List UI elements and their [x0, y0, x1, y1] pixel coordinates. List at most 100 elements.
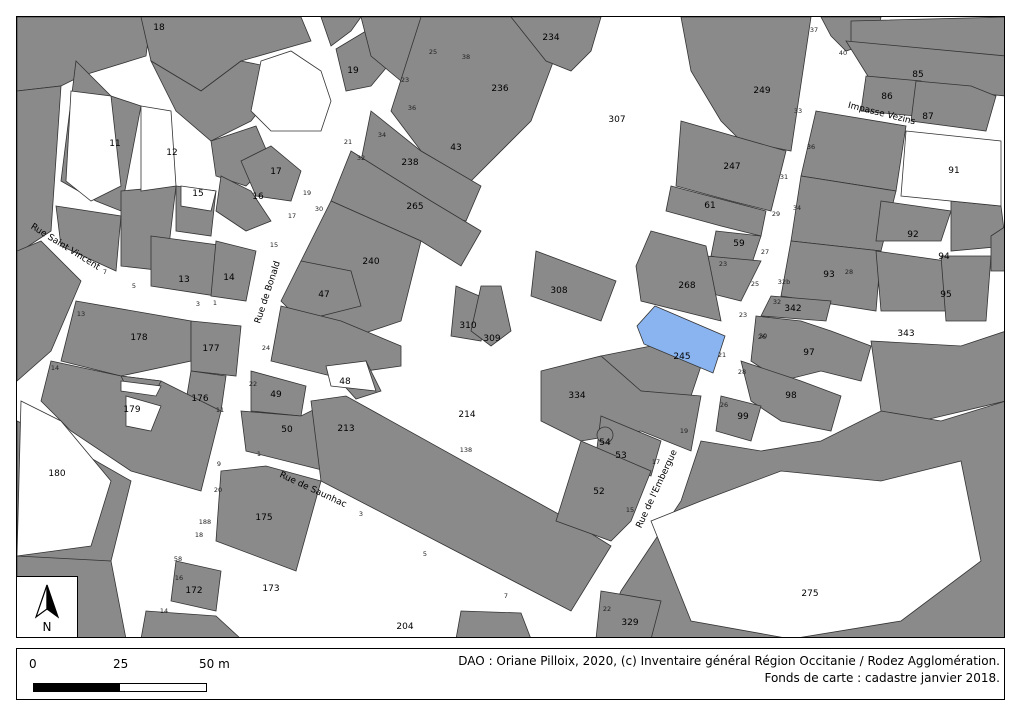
parcel-label: 11	[109, 139, 120, 149]
street-number: 24	[262, 344, 270, 352]
parcel-label: 172	[185, 586, 202, 596]
parcel-label: 173	[262, 584, 279, 594]
parcel-label: 19	[347, 66, 359, 76]
parcel-label: 43	[450, 143, 461, 153]
street-number: 11	[216, 406, 224, 414]
street-number: 29	[772, 210, 780, 218]
parcel-label: 17	[270, 167, 281, 177]
street-number: 13	[77, 310, 85, 318]
street-number: 15	[626, 506, 634, 514]
street-number: 38	[462, 53, 470, 61]
street-number: 7	[504, 592, 508, 600]
street-number: 26	[720, 401, 728, 409]
parcel-label: 53	[615, 451, 626, 461]
scale-label-25: 25	[113, 657, 129, 671]
street-number: 33	[794, 107, 802, 115]
street-number: 25	[751, 280, 759, 288]
parcel-label: 213	[337, 424, 354, 434]
street-number: 1	[257, 450, 261, 458]
parcel-label: 334	[568, 391, 585, 401]
parcel-label: 49	[270, 390, 282, 400]
parcel-label: 50	[281, 425, 293, 435]
parcel-label: 95	[940, 290, 951, 300]
scale-bar-black-segment	[34, 684, 120, 691]
parcel-label: 310	[459, 321, 476, 331]
parcel-label: 98	[785, 391, 797, 401]
parcel-label: 92	[907, 230, 918, 240]
parcel-label: 85	[912, 70, 923, 80]
parcel-label: 214	[458, 410, 475, 420]
street-number: 30	[315, 205, 323, 213]
street-number: 28	[738, 368, 746, 376]
parcel-label: 247	[723, 162, 740, 172]
street-number: 30	[759, 332, 767, 340]
street-number: 9	[217, 460, 221, 468]
scale-label-50: 50 m	[199, 657, 230, 671]
north-arrow: N	[16, 576, 78, 638]
credit-line-2: Fonds de carte : cadastre janvier 2018.	[764, 671, 1000, 685]
parcel-label: 343	[897, 329, 914, 339]
parcel-label: 14	[223, 273, 235, 283]
street-number: 23	[739, 311, 747, 319]
parcel-label: 94	[938, 252, 950, 262]
parcel-label: 249	[753, 86, 770, 96]
street-number: 40	[839, 49, 847, 57]
parcel-label: 275	[801, 589, 818, 599]
street-number: 32b	[778, 278, 790, 286]
parcel-label: 175	[255, 513, 272, 523]
parcel-label: 265	[406, 202, 423, 212]
map-footer: 0 25 50 m DAO : Oriane Pilloix, 2020, (c…	[16, 648, 1005, 700]
street-number: 31	[780, 173, 788, 181]
street-number: 3	[196, 300, 200, 308]
street-number: 22	[603, 605, 611, 613]
parcel-label: 16	[252, 192, 264, 202]
street-number: 23	[401, 76, 409, 84]
parcel-label: 23	[719, 260, 727, 268]
street-number: 3	[359, 510, 363, 518]
street-number: 14	[160, 607, 168, 615]
parcel-label: 13	[178, 275, 189, 285]
street-number: 5	[423, 550, 427, 558]
parcel-label: 12	[166, 148, 177, 158]
street-number: 1	[213, 299, 217, 307]
street-number: 21	[344, 138, 352, 146]
parcel-label: 86	[881, 92, 893, 102]
street-number: 14	[51, 364, 59, 372]
street-label: Rue de Bonald	[253, 260, 283, 325]
north-arrow-icon: N	[34, 584, 60, 634]
street-number: 32	[773, 298, 781, 306]
cadastral-map[interactable]: 18 19 234 236 307 249 85 86 87 91 11 12 …	[17, 17, 1005, 638]
street-number: 34	[793, 204, 801, 212]
parcel-label: 180	[48, 469, 65, 479]
parcel-label: 99	[737, 412, 749, 422]
parcel-label: 240	[362, 257, 379, 267]
street-number: 188	[199, 518, 211, 526]
scale-label-0: 0	[29, 657, 37, 671]
parcel-label: 93	[823, 270, 834, 280]
parcel-label: 176	[191, 394, 208, 404]
parcel-label: 179	[123, 405, 140, 415]
parcel-label: 204	[396, 622, 413, 632]
parcel-label: 236	[491, 84, 508, 94]
parcel-label: 97	[803, 348, 814, 358]
street-number: 34	[378, 131, 386, 139]
street-number: 17	[652, 458, 660, 466]
north-label: N	[43, 620, 52, 634]
street-number: 27	[761, 248, 769, 256]
parcel-label: 15	[192, 189, 203, 199]
street-number: 37	[810, 26, 818, 34]
street-number: 32	[357, 154, 365, 162]
parcel-label: 48	[339, 377, 351, 387]
street-number: 22	[249, 380, 257, 388]
street-number: 7	[103, 268, 107, 276]
map-frame[interactable]: 18 19 234 236 307 249 85 86 87 91 11 12 …	[16, 16, 1005, 638]
parcel-label: 47	[318, 290, 329, 300]
parcel-label: 342	[784, 304, 801, 314]
street-number: 36	[807, 143, 815, 151]
street-number: 16	[175, 574, 183, 582]
parcel-label: 54	[599, 438, 611, 448]
parcel-label: 91	[948, 166, 959, 176]
parcel-label: 61	[704, 201, 715, 211]
parcel-label: 59	[733, 239, 745, 249]
scale-bar	[33, 683, 207, 692]
